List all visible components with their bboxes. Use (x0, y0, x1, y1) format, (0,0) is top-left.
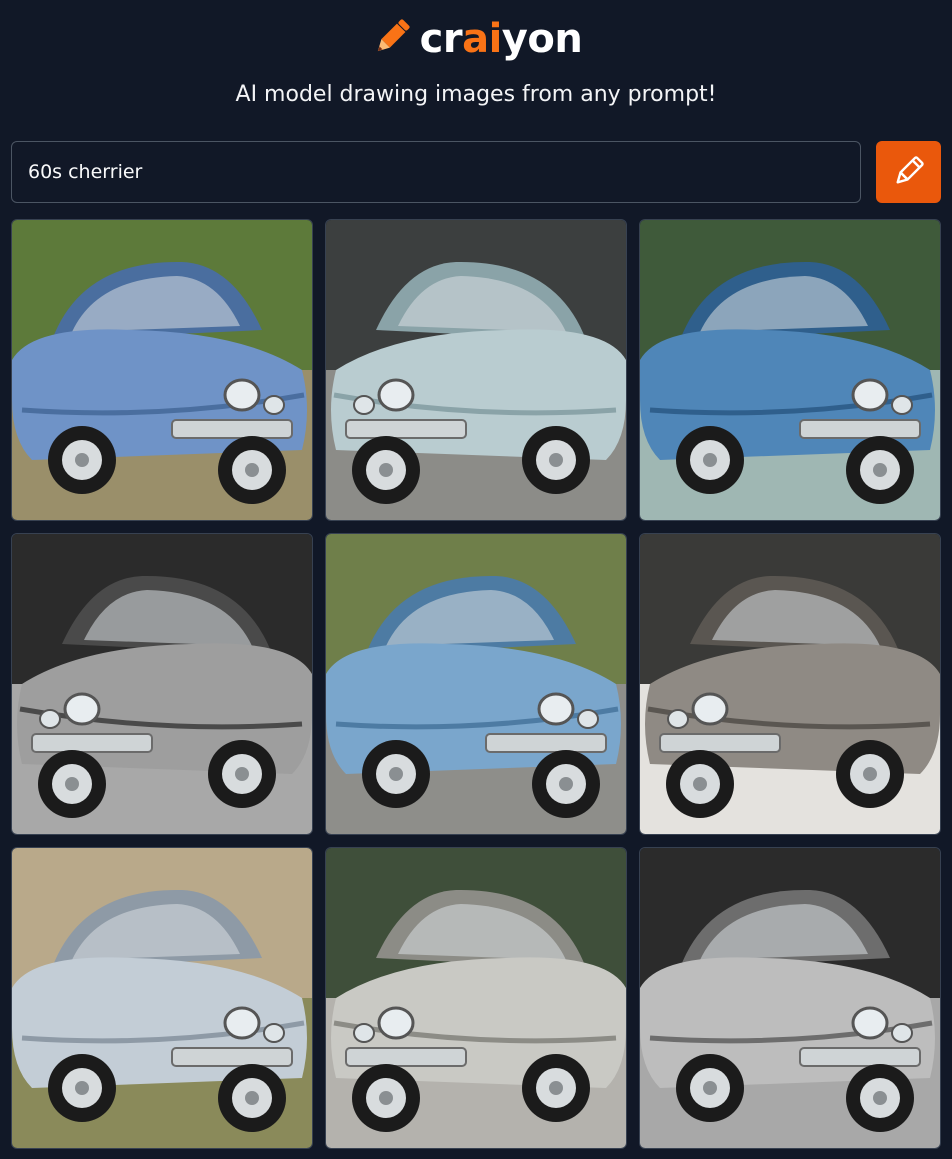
result-image[interactable] (639, 219, 941, 521)
car-illustration (640, 534, 940, 834)
pencil-icon (892, 154, 926, 191)
car-illustration (326, 534, 626, 834)
result-image[interactable] (11, 847, 313, 1149)
result-image[interactable] (325, 219, 627, 521)
car-illustration (326, 848, 626, 1148)
tagline: AI model drawing images from any prompt! (235, 82, 717, 107)
prompt-input[interactable] (11, 141, 861, 203)
car-illustration (326, 220, 626, 520)
result-image[interactable] (639, 847, 941, 1149)
car-illustration (12, 534, 312, 834)
draw-button[interactable] (876, 141, 941, 203)
results-grid (11, 219, 941, 1149)
car-illustration (640, 848, 940, 1148)
result-image[interactable] (11, 533, 313, 835)
pencil-icon (370, 15, 414, 63)
result-image[interactable] (325, 847, 627, 1149)
car-illustration (640, 220, 940, 520)
result-image[interactable] (11, 219, 313, 521)
logo-text: craiyon (419, 16, 583, 62)
car-illustration (12, 220, 312, 520)
logo[interactable]: craiyon (0, 14, 952, 64)
result-image[interactable] (325, 533, 627, 835)
result-image[interactable] (639, 533, 941, 835)
car-illustration (12, 848, 312, 1148)
